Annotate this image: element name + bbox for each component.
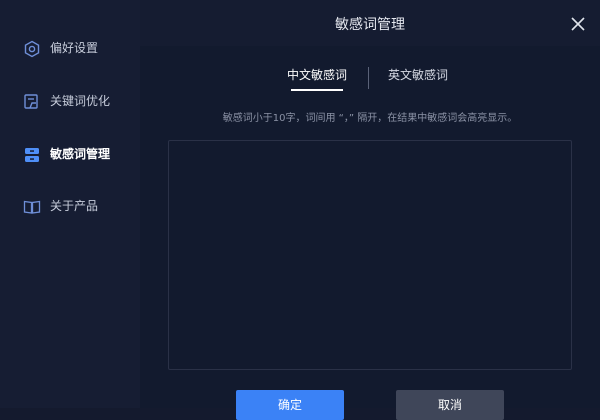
sidebar: 偏好设置 关键词优化 敏感词管理 关于产品 <box>0 0 140 408</box>
active-tab-indicator <box>291 89 343 91</box>
tab-divider <box>368 67 369 89</box>
sensitive-words-input[interactable] <box>168 140 572 370</box>
gear-icon <box>23 40 41 58</box>
sidebar-item-label: 偏好设置 <box>50 41 99 55</box>
dialog-title: 敏感词管理 <box>335 17 405 33</box>
close-button[interactable] <box>568 14 588 34</box>
sidebar-item-label: 敏感词管理 <box>50 147 111 161</box>
book-icon <box>23 198 41 216</box>
cancel-button[interactable]: 取消 <box>396 390 504 420</box>
sidebar-item-about[interactable]: 关于产品 <box>0 193 140 219</box>
sensitive-words-dialog: 偏好设置 关键词优化 敏感词管理 关于产品 敏感词管理 中文敏感词 英文敏感词 … <box>0 0 600 420</box>
tab-bar: 中文敏感词 英文敏感词 <box>140 67 600 97</box>
title-bar: 敏感词管理 <box>140 0 600 46</box>
tab-english-words[interactable]: 英文敏感词 <box>388 67 448 83</box>
sidebar-item-sensitive-words[interactable]: 敏感词管理 <box>0 141 140 167</box>
confirm-button[interactable]: 确定 <box>236 390 344 420</box>
sidebar-item-preferences[interactable]: 偏好设置 <box>0 35 140 61</box>
sidebar-item-label: 关于产品 <box>50 199 99 213</box>
drawer-icon <box>23 146 41 164</box>
close-icon <box>571 17 585 31</box>
hint-text: 敏感词小于10字，词间用 “，” 隔开，在结果中敏感词会高亮显示。 <box>222 113 518 124</box>
sidebar-item-keyword-optimization[interactable]: 关键词优化 <box>0 88 140 114</box>
tab-chinese-words[interactable]: 中文敏感词 <box>287 67 347 83</box>
sidebar-item-label: 关键词优化 <box>50 94 111 108</box>
edit-document-icon <box>23 93 41 111</box>
